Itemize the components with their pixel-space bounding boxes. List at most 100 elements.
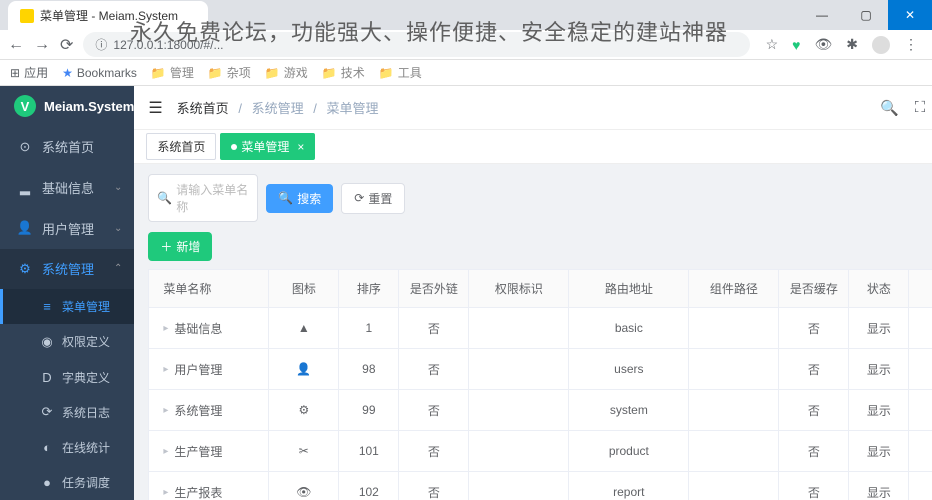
- ext-eye-icon[interactable]: 👁: [814, 36, 832, 53]
- td-comp: [689, 349, 779, 389]
- bm-folder-0[interactable]: 📁管理: [151, 64, 194, 81]
- td-ext: 否: [399, 349, 469, 389]
- close-tab-icon[interactable]: ×: [297, 140, 304, 154]
- search-input[interactable]: 🔍 请输入菜单名称: [148, 174, 258, 222]
- breadcrumb-1[interactable]: 系统管理: [252, 101, 304, 116]
- bm-folder-3[interactable]: 📁技术: [322, 64, 365, 81]
- fullscreen-icon[interactable]: ⛶: [915, 99, 926, 116]
- bm-bookmarks[interactable]: ★Bookmarks: [62, 66, 137, 80]
- plus-icon: ＋: [160, 238, 172, 255]
- table-row: ▸用户管理👤98否users否显示✎🗑: [149, 349, 932, 390]
- th-sort: 排序: [339, 270, 399, 307]
- td-name: ▸基础信息: [149, 308, 269, 348]
- td-name: ▸用户管理: [149, 349, 269, 389]
- td-route: users: [569, 349, 689, 389]
- page-tabs: 系统首页 菜单管理 ×: [134, 130, 932, 164]
- log-icon: ⟳: [40, 404, 54, 420]
- expand-icon[interactable]: ▸: [163, 364, 168, 375]
- td-icon: ⚙: [269, 390, 339, 430]
- td-cache: 否: [779, 431, 849, 471]
- table-row: ▸基础信息▲1否basic否显示✎🗑: [149, 308, 932, 349]
- tab-favicon: [20, 9, 34, 23]
- td-sort: 101: [339, 431, 399, 471]
- tab-home[interactable]: 系统首页: [146, 133, 216, 160]
- submenu-log[interactable]: ⟳ 系统日志: [0, 395, 134, 430]
- gear-icon: ⚙: [18, 261, 32, 277]
- extension-icons: ☆ ♥ 👁 ✱ ⋮: [760, 36, 924, 54]
- list-icon: ≡: [40, 299, 54, 314]
- submenu-task[interactable]: ● 任务调度: [0, 465, 134, 500]
- nav-reload-icon[interactable]: ⟳: [60, 35, 73, 55]
- online-icon: ◐: [40, 440, 54, 455]
- submenu-permission[interactable]: ◉ 权限定义: [0, 324, 134, 359]
- sidebar-item-system[interactable]: ⚙ 系统管理 ⌃: [0, 249, 134, 290]
- bm-folder-4[interactable]: 📁工具: [379, 64, 422, 81]
- search-row: 🔍 请输入菜单名称 🔍搜索 ⟳重置: [148, 174, 932, 222]
- sidebar-item-users[interactable]: 👤 用户管理 ⌄: [0, 208, 134, 249]
- logo-badge: V: [14, 95, 36, 117]
- td-comp: [689, 308, 779, 348]
- nav-back-icon[interactable]: ←: [8, 36, 24, 54]
- nav-forward-icon[interactable]: →: [34, 36, 50, 54]
- hamburger-icon[interactable]: ☰: [148, 98, 162, 118]
- browser-tab[interactable]: 菜单管理 - Meiam.System: [8, 1, 208, 30]
- td-cache: 否: [779, 472, 849, 500]
- folder-icon: 📁: [322, 66, 337, 80]
- content: 🔍 请输入菜单名称 🔍搜索 ⟳重置 ＋新增 🔍 ⟳ 菜单名称 图标 排序: [134, 164, 932, 500]
- breadcrumb: 系统首页 / 系统管理 / 菜单管理: [177, 98, 379, 117]
- app-root: V Meiam.System ⊙ 系统首页 ▂ 基础信息 ⌄ 👤 用户管理 ⌄ …: [0, 86, 932, 500]
- td-comp: [689, 431, 779, 471]
- expand-icon[interactable]: ▸: [163, 405, 168, 416]
- bm-folder-2[interactable]: 📁游戏: [265, 64, 308, 81]
- address-bar[interactable]: ⓘ 127.0.0.1:18000/#/...: [83, 32, 749, 57]
- bm-folder-1[interactable]: 📁杂项: [208, 64, 251, 81]
- sidebar-item-home[interactable]: ⊙ 系统首页: [0, 127, 134, 168]
- expand-icon[interactable]: ▸: [163, 487, 168, 498]
- td-sort: 98: [339, 349, 399, 389]
- expand-icon[interactable]: ▸: [163, 446, 168, 457]
- breadcrumb-0[interactable]: 系统首页: [177, 101, 229, 116]
- td-sort: 102: [339, 472, 399, 500]
- td-sort: 1: [339, 308, 399, 348]
- reset-button[interactable]: ⟳重置: [341, 183, 405, 214]
- ext-shield-icon[interactable]: ♥: [792, 37, 800, 53]
- submenu-dict[interactable]: D 字典定义: [0, 360, 134, 395]
- expand-icon[interactable]: ▸: [163, 323, 168, 334]
- th-icon: 图标: [269, 270, 339, 307]
- th-cache: 是否缓存: [779, 270, 849, 307]
- sidebar-item-label: 基础信息: [42, 178, 94, 197]
- window-close[interactable]: ✕: [888, 0, 932, 30]
- td-ops: ✎🗑: [909, 308, 932, 348]
- td-perm: [469, 390, 569, 430]
- td-cache: 否: [779, 349, 849, 389]
- ext-star-icon[interactable]: ☆: [766, 36, 779, 53]
- td-ext: 否: [399, 431, 469, 471]
- ext-profile-icon[interactable]: [872, 36, 890, 54]
- sidebar-item-basic[interactable]: ▂ 基础信息 ⌄: [0, 167, 134, 208]
- submenu-online[interactable]: ◐ 在线统计: [0, 430, 134, 465]
- ext-puzzle-icon[interactable]: ✱: [846, 36, 858, 53]
- chevron-down-icon: ⌄: [114, 223, 122, 234]
- window-minimize[interactable]: —: [800, 0, 844, 30]
- td-ops: ✎🗑: [909, 431, 932, 471]
- table-row: ▸生产报表👁102否report否显示✎🗑: [149, 472, 932, 500]
- td-perm: [469, 431, 569, 471]
- toolbar-row: ＋新增 🔍 ⟳: [148, 232, 932, 261]
- tab-menu-mgmt[interactable]: 菜单管理 ×: [220, 133, 315, 160]
- search-button[interactable]: 🔍搜索: [266, 184, 333, 213]
- logo[interactable]: V Meiam.System: [0, 86, 134, 127]
- td-ext: 否: [399, 472, 469, 500]
- ext-menu-icon[interactable]: ⋮: [904, 36, 918, 53]
- window-maximize[interactable]: ▢: [844, 0, 888, 30]
- add-button[interactable]: ＋新增: [148, 232, 212, 261]
- search-icon[interactable]: 🔍: [880, 99, 899, 117]
- td-perm: [469, 308, 569, 348]
- folder-icon: 📁: [151, 66, 166, 80]
- sidebar-item-label: 系统首页: [42, 137, 94, 156]
- td-icon: ✂: [269, 431, 339, 471]
- sidebar-item-label: 系统管理: [42, 259, 94, 278]
- submenu-label: 任务调度: [62, 474, 110, 491]
- bm-apps[interactable]: ⊞应用: [10, 64, 48, 81]
- submenu-menu-mgmt[interactable]: ≡ 菜单管理: [0, 289, 134, 324]
- td-route: product: [569, 431, 689, 471]
